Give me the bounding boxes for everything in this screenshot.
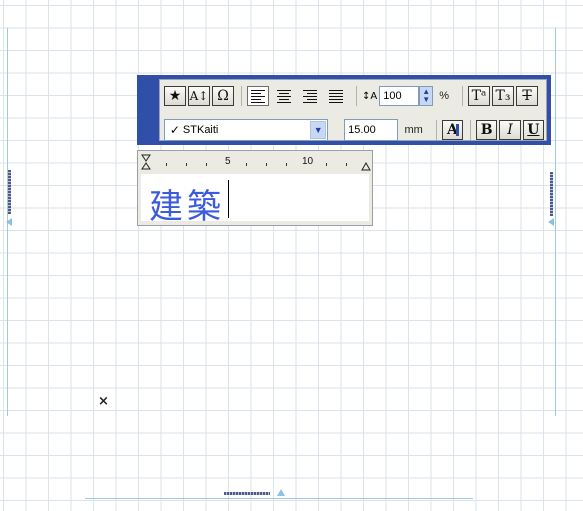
text-caret — [228, 180, 229, 218]
superscript-button[interactable]: Tᵃ — [468, 86, 491, 106]
italic-button[interactable]: I — [499, 120, 521, 140]
subscript-button[interactable]: T₃ — [492, 86, 515, 106]
chevron-down-icon[interactable]: ▼ — [310, 121, 327, 139]
ruler-label: 10 — [302, 156, 314, 167]
font-size-unit: mm — [404, 124, 423, 136]
toolbar-separator — [356, 86, 357, 106]
check-icon: ✓ — [169, 123, 180, 137]
italic-icon: I — [507, 122, 513, 138]
ruler-tick — [326, 163, 327, 166]
underline-button[interactable]: U — [522, 120, 545, 140]
strikethrough-button[interactable]: T — [516, 86, 539, 106]
line-spacing-stepper[interactable]: ▲ ▼ — [419, 86, 434, 106]
ruler[interactable]: 5 10 — [138, 151, 372, 173]
left-margin-marker-icon[interactable] — [6, 218, 12, 226]
ruler-tick — [186, 163, 187, 166]
first-line-indent-marker-icon[interactable] — [141, 154, 151, 170]
align-right-button[interactable] — [299, 86, 321, 106]
align-center-button[interactable] — [273, 86, 295, 106]
bottom-resize-handle[interactable] — [224, 492, 270, 495]
font-size-input[interactable]: 15.00 — [344, 119, 399, 141]
bold-button[interactable]: B — [476, 120, 498, 140]
ruler-markers — [141, 154, 371, 171]
line-spacing-input[interactable]: 100 — [379, 86, 420, 106]
special-character-button[interactable]: Ω — [212, 86, 234, 106]
strikethrough-icon: T — [522, 88, 532, 104]
bottom-guide-line[interactable] — [85, 498, 473, 499]
toolbar-separator — [470, 120, 472, 140]
text-editor-box[interactable]: 5 10 建築 — [137, 150, 373, 227]
text-resize-icon: A↕ — [189, 89, 209, 103]
toolbar-row-1: ★ A↕ Ω ↕A 100 ▲ ▼ % Tᵃ T₃ T — [160, 82, 546, 110]
insertion-point-marker-icon: × — [98, 394, 109, 409]
toolbar-row-2: ✓ STKaiti ▼ 15.00 mm A B I U — [160, 116, 546, 144]
omega-icon: Ω — [217, 88, 229, 104]
toolbar-panel: ★ A↕ Ω ↕A 100 ▲ ▼ % Tᵃ T₃ T ✓ STKaiti ▼ … — [159, 79, 547, 141]
right-guide-line[interactable] — [555, 28, 556, 416]
ruler-tick — [246, 163, 247, 166]
ruler-tick — [346, 163, 347, 166]
right-resize-handle[interactable] — [550, 172, 553, 216]
text-input-area[interactable]: 建築 — [141, 174, 369, 227]
left-resize-handle[interactable] — [8, 170, 11, 214]
toolbar-separator — [241, 86, 242, 106]
favorites-button[interactable]: ★ — [164, 86, 186, 106]
ruler-tick — [286, 163, 287, 166]
text-size-button[interactable]: A↕ — [188, 86, 210, 106]
superscript-icon: Tᵃ — [471, 88, 487, 104]
toolbar-separator — [435, 120, 437, 140]
text-color-button[interactable]: A — [441, 120, 464, 140]
right-indent-marker-icon[interactable] — [361, 161, 371, 171]
star-icon: ★ — [168, 88, 182, 104]
ruler-label: 5 — [225, 156, 231, 167]
right-margin-marker-icon[interactable] — [548, 218, 554, 226]
bold-icon: B — [480, 122, 493, 138]
align-left-button[interactable] — [247, 86, 269, 106]
text-formatting-toolbar: ★ A↕ Ω ↕A 100 ▲ ▼ % Tᵃ T₃ T ✓ STKaiti ▼ … — [137, 75, 551, 145]
editor-text: 建築 — [149, 187, 225, 227]
font-family-value: STKaiti — [182, 124, 219, 136]
subscript-icon: T₃ — [495, 88, 511, 104]
underline-icon: U — [527, 122, 540, 138]
ruler-tick — [206, 163, 207, 166]
chevron-down-icon: ▼ — [422, 95, 431, 104]
line-spacing-icon: ↕A — [362, 90, 378, 102]
justify-button[interactable] — [325, 86, 347, 106]
line-spacing-unit: % — [439, 90, 450, 102]
ruler-tick — [266, 163, 267, 166]
font-family-select[interactable]: ✓ STKaiti ▼ — [163, 119, 329, 141]
ruler-tick — [166, 163, 167, 166]
toolbar-separator — [462, 86, 464, 106]
bottom-margin-marker-icon[interactable] — [277, 489, 285, 496]
